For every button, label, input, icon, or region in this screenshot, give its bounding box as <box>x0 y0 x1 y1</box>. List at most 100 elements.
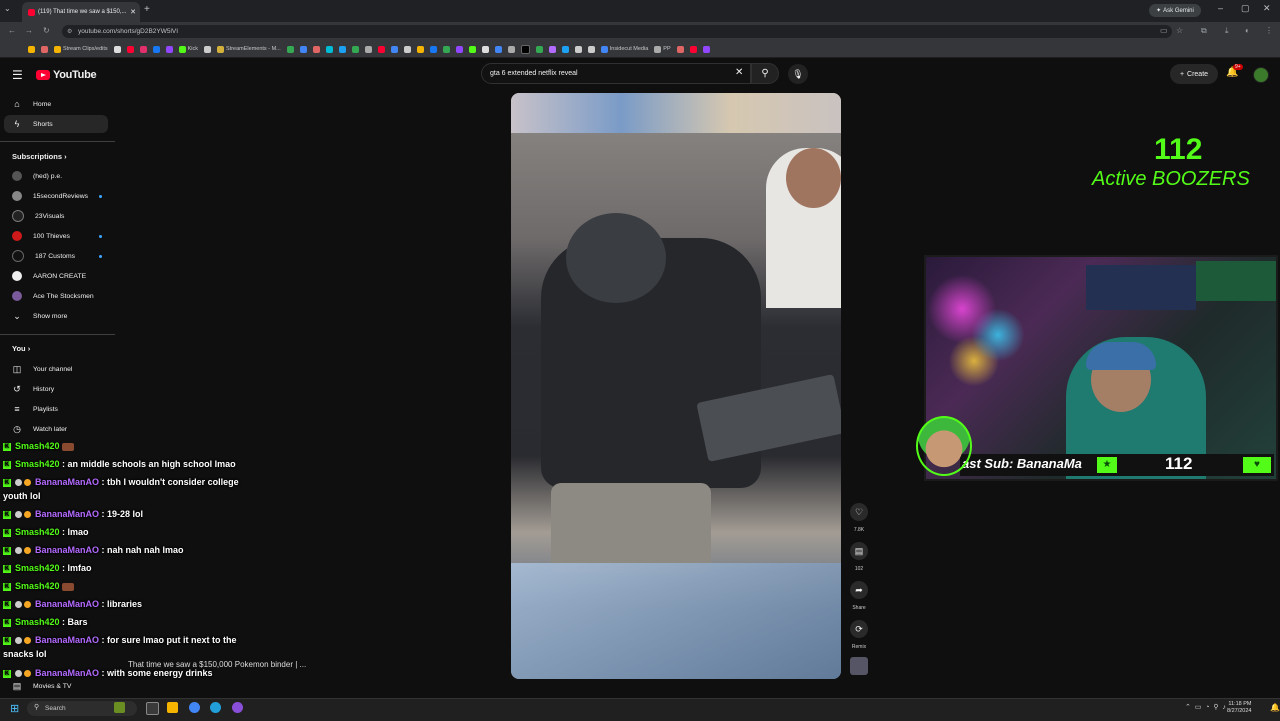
back-icon[interactable]: ← <box>8 26 16 35</box>
maximize-icon[interactable]: ▢ <box>1241 3 1250 14</box>
download-icon[interactable]: ⤓ <box>1225 26 1229 36</box>
sidebar-item-movies-tv[interactable]: ▤ Movies & TV <box>4 677 108 695</box>
bookmark-item[interactable] <box>325 45 333 53</box>
site-info-icon[interactable]: ⚙ <box>67 28 72 35</box>
sidebar-subscription[interactable]: 15secondReviews <box>4 187 108 205</box>
bookmark-item[interactable] <box>561 45 569 53</box>
account-avatar[interactable] <box>1253 67 1269 83</box>
bookmark-item[interactable] <box>312 45 320 53</box>
taskbar-clock[interactable]: 11:18 PM 8/27/2024 <box>1227 701 1251 715</box>
sidebar-subscription[interactable]: AARON CREATE <box>4 267 108 285</box>
search-button[interactable]: ⚲ <box>751 63 779 84</box>
tab-close-icon[interactable]: ✕ <box>130 8 136 16</box>
sidebar-item-shorts[interactable]: ϟ Shorts <box>4 115 108 133</box>
bookmark-item[interactable] <box>702 45 710 53</box>
create-button[interactable]: + Create <box>1170 64 1218 84</box>
bookmark-item[interactable] <box>299 45 307 53</box>
task-view-icon[interactable] <box>146 702 159 715</box>
bookmark-item[interactable] <box>403 45 411 53</box>
sidebar-item-playlists[interactable]: ≡ Playlists <box>4 400 108 418</box>
sidebar-subscription[interactable]: 100 Thieves <box>4 227 108 245</box>
file-explorer-icon[interactable] <box>167 702 178 713</box>
shorts-video-player[interactable] <box>511 93 841 679</box>
sidebar-subscription[interactable]: 23Visuals <box>4 207 108 225</box>
bookmark-item[interactable] <box>520 44 530 54</box>
windows-start-icon[interactable]: ⊞ <box>10 702 19 715</box>
bookmark-item[interactable] <box>507 45 515 53</box>
bookmark-item[interactable] <box>574 45 582 53</box>
remix-button[interactable]: ⟳ <box>850 620 868 638</box>
bookmark-insidecut[interactable]: Insidecut Media <box>600 45 648 53</box>
bookmark-item[interactable] <box>429 45 437 53</box>
clear-search-icon[interactable]: ✕ <box>735 67 743 78</box>
sidebar-subscription[interactable]: Ace The Stocksmen <box>4 287 108 305</box>
video-title[interactable]: That time we saw a $150,000 Pokemon bind… <box>128 660 306 669</box>
window-close-icon[interactable]: ✕ <box>1263 3 1271 14</box>
sidebar-item-history[interactable]: ↺ History <box>4 380 108 398</box>
bookmark-item[interactable] <box>286 45 294 53</box>
bookmark-item[interactable] <box>535 45 543 53</box>
voice-search-button[interactable]: 🎙 <box>788 64 808 84</box>
bookmark-item[interactable] <box>548 45 556 53</box>
bookmark-item[interactable] <box>481 45 489 53</box>
comments-button[interactable]: ▤ <box>850 542 868 560</box>
bookmark-pp[interactable]: PP <box>654 45 671 53</box>
tab-search-icon[interactable]: ⌄ <box>4 4 11 13</box>
notifications-icon[interactable]: 🔔 <box>1270 703 1280 712</box>
bookmark-item[interactable] <box>41 45 48 53</box>
sidebar-item-your-channel[interactable]: ◫ Your channel <box>4 360 108 378</box>
bookmark-item[interactable] <box>390 45 398 53</box>
ask-gemini-button[interactable]: ✦ Ask Gemini <box>1149 4 1201 17</box>
youtube-logo[interactable]: YouTube <box>36 69 97 81</box>
profile-icon[interactable]: ◐ <box>1245 26 1250 35</box>
bookmark-item[interactable] <box>587 45 595 53</box>
search-input[interactable]: gta 6 extended netflix reveal <box>481 63 751 84</box>
bookmark-item[interactable] <box>377 45 385 53</box>
bookmark-streamelements[interactable]: StreamElements - M... <box>217 45 281 53</box>
bookmark-item[interactable] <box>416 45 424 53</box>
url-field[interactable]: youtube.com/shorts/gD2B2YW5lVI <box>62 25 1172 38</box>
sidebar-subscription[interactable]: (hed) p.e. <box>4 167 108 185</box>
bookmark-kick[interactable]: Kick <box>178 45 198 53</box>
share-button[interactable]: ➦ <box>850 581 868 599</box>
sound-thumbnail[interactable] <box>850 657 868 675</box>
cast-icon[interactable]: ▭ <box>1160 26 1168 35</box>
sidebar-item-watch-later[interactable]: ◷ Watch later <box>4 420 108 438</box>
chrome-icon[interactable] <box>189 702 200 713</box>
sidebar-item-home[interactable]: ⌂ Home <box>4 95 108 113</box>
like-button[interactable]: ♡ <box>850 503 868 521</box>
bookmark-item[interactable] <box>351 45 359 53</box>
browser-menu-icon[interactable]: ⋮ <box>1265 26 1273 35</box>
bookmark-stream-clips[interactable]: Stream Clips/edits <box>54 45 108 53</box>
bookmark-item[interactable] <box>28 45 35 53</box>
sidebar-subscription[interactable]: 187 Customs <box>4 247 108 265</box>
subscriptions-heading[interactable]: Subscriptions › <box>12 152 67 161</box>
bookmark-star-icon[interactable]: ☆ <box>1176 26 1183 35</box>
you-heading[interactable]: You › <box>12 344 30 353</box>
browser-tab-active[interactable]: (119) That time we saw a $150,... ✕ <box>22 2 140 22</box>
app-icon[interactable] <box>232 702 243 713</box>
reload-icon[interactable]: ↻ <box>43 26 50 35</box>
minimize-icon[interactable]: – <box>1218 3 1223 13</box>
bookmark-item[interactable] <box>204 45 212 53</box>
telegram-icon[interactable] <box>210 702 221 713</box>
bookmark-item[interactable] <box>676 45 684 53</box>
taskbar-widget-icon[interactable] <box>114 702 125 713</box>
bookmark-item[interactable] <box>455 45 463 53</box>
system-tray[interactable]: ⌃ ▭ ◔ ⚲ ♪ <box>1185 703 1226 711</box>
bookmark-item[interactable] <box>689 45 697 53</box>
menu-hamburger-icon[interactable]: ☰ <box>12 68 23 82</box>
bookmark-item[interactable] <box>364 45 372 53</box>
new-tab-icon[interactable]: + <box>144 4 150 15</box>
bookmark-item[interactable] <box>126 45 134 53</box>
bookmark-item[interactable] <box>442 45 450 53</box>
bookmark-item[interactable] <box>468 45 476 53</box>
sidebar-show-more[interactable]: ⌄ Show more <box>4 307 108 325</box>
bookmark-item[interactable] <box>113 45 121 53</box>
forward-icon[interactable]: → <box>25 26 33 35</box>
bookmark-item[interactable] <box>338 45 346 53</box>
extensions-icon[interactable]: ⧉ <box>1201 26 1207 36</box>
bookmark-item[interactable] <box>152 45 160 53</box>
bookmark-item[interactable] <box>139 45 147 53</box>
bookmark-item[interactable] <box>494 45 502 53</box>
